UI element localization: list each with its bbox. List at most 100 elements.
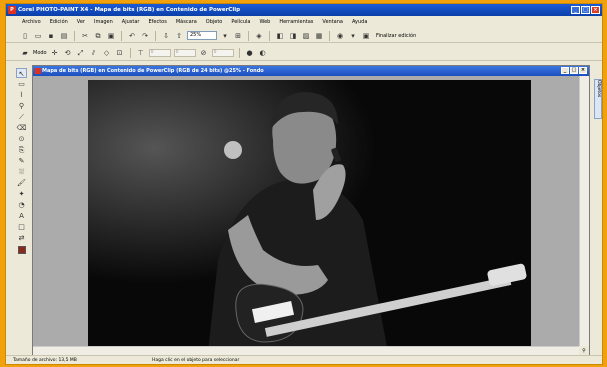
property-bar: ▰ Modo ✛ ⟲ ⤢ ⫽ ◇ ⊡ ⊤ 0 0 ⊘ 0 ● ◐ — [6, 45, 602, 61]
anchor-icon[interactable]: ⊤ — [136, 48, 146, 58]
docker-panel: Objetos — [593, 65, 602, 357]
fill-tool-icon[interactable]: ⛆ — [16, 167, 27, 177]
paste-icon[interactable]: ▣ — [106, 31, 116, 41]
eyedropper-tool-icon[interactable]: ⟋ — [16, 112, 27, 122]
clone-tool-icon[interactable]: ⎘ — [16, 145, 27, 155]
export-icon[interactable]: ⇧ — [174, 31, 184, 41]
status-file-size: Tamaño de archivo: 13,5 MB — [13, 358, 77, 363]
import-icon[interactable]: ⇩ — [161, 31, 171, 41]
undo-icon[interactable]: ↶ — [127, 31, 137, 41]
separator — [74, 30, 75, 41]
app-icon[interactable]: P — [8, 6, 16, 14]
title-bar: P Corel PHOTO-PAINT X4 - Mapa de bits (R… — [6, 4, 602, 16]
open-folder-icon[interactable]: ▭ — [33, 31, 43, 41]
preset-icon[interactable]: ▰ — [20, 48, 30, 58]
mask-tool-icon[interactable]: ▭ — [16, 79, 27, 89]
redo-icon[interactable]: ↷ — [140, 31, 150, 41]
effect-tool-icon[interactable]: ✦ — [16, 189, 27, 199]
menu-ajustar[interactable]: Ajustar — [122, 17, 140, 27]
doc-maximize-button[interactable]: □ — [570, 67, 578, 74]
menu-efectos[interactable]: Efectos — [148, 17, 166, 27]
swap-colors-icon[interactable]: ⇄ — [16, 233, 27, 243]
save-icon[interactable]: ▪ — [46, 31, 56, 41]
minimize-button[interactable]: _ — [571, 6, 580, 14]
position-mode-icon[interactable]: ✛ — [50, 48, 60, 58]
standard-toolbar: ▯ ▭ ▪ ▤ ✂ ⧉ ▣ ↶ ↷ ⇩ ⇧ 25% ▾ ⊞ ◈ ◧ ◨ ▨ ▦ … — [6, 29, 602, 43]
distort-mode-icon[interactable]: ◇ — [102, 48, 112, 58]
skew-mode-icon[interactable]: ⫽ — [89, 48, 99, 58]
text-tool-icon[interactable]: A — [16, 211, 27, 221]
apply-icon[interactable]: ● — [245, 48, 255, 58]
menu-ventana[interactable]: Ventana — [322, 17, 343, 27]
app-window: P Corel PHOTO-PAINT X4 - Mapa de bits (R… — [5, 3, 603, 365]
close-button[interactable]: × — [591, 6, 600, 14]
menu-ayuda[interactable]: Ayuda — [352, 17, 367, 27]
reset-icon[interactable]: ◐ — [258, 48, 268, 58]
vertical-scrollbar[interactable] — [579, 76, 589, 348]
scale-mode-icon[interactable]: ⤢ — [76, 48, 86, 58]
separator — [329, 30, 330, 41]
separator — [238, 47, 240, 58]
copy-icon[interactable]: ⧉ — [93, 31, 103, 41]
menu-pelicula[interactable]: Película — [231, 17, 250, 27]
maximize-button[interactable]: □ — [581, 6, 590, 14]
image-canvas[interactable] — [88, 80, 531, 352]
mask-overlay-icon[interactable]: ◨ — [288, 31, 298, 41]
print-icon[interactable]: ▤ — [59, 31, 69, 41]
redeye-tool-icon[interactable]: ⊙ — [16, 134, 27, 144]
pick-tool-icon[interactable]: ↖ — [16, 68, 27, 78]
lasso-tool-icon[interactable]: ⌇ — [16, 90, 27, 100]
mask-marquee-icon[interactable]: ▨ — [301, 31, 311, 41]
finish-edit-icon[interactable]: ▣ — [361, 31, 371, 41]
size-width-field[interactable]: 0 — [173, 48, 196, 57]
lock-ratio-icon[interactable]: ⊘ — [199, 48, 209, 58]
scale-field[interactable]: 0 — [211, 48, 234, 57]
separator — [155, 30, 156, 41]
doc-minimize-button[interactable]: _ — [561, 67, 569, 74]
menu-ver[interactable]: Ver — [77, 17, 85, 27]
separator — [269, 30, 270, 41]
zoom-select[interactable]: 25% — [187, 31, 217, 40]
transparency-tool-icon[interactable]: ◔ — [16, 200, 27, 210]
separator — [248, 30, 249, 41]
mask-normal-icon[interactable]: ◧ — [275, 31, 285, 41]
status-bar: Tamaño de archivo: 13,5 MB Haga clic en … — [6, 355, 602, 364]
menu-edicion[interactable]: Edición — [50, 17, 68, 27]
status-hint: Haga clic en el objeto para seleccionar — [152, 358, 240, 363]
menu-imagen[interactable]: Imagen — [94, 17, 113, 27]
touchup-tool-icon[interactable]: ✎ — [16, 156, 27, 166]
document-title-bar: Mapa de bits (RGB) en Contenido de Power… — [33, 66, 589, 76]
launcher-icon[interactable]: ◈ — [254, 31, 264, 41]
docker-tab-objetos[interactable]: Objetos — [594, 79, 602, 119]
eraser-tool-icon[interactable]: ⌫ — [16, 123, 27, 133]
menu-archivo[interactable]: Archivo — [22, 17, 41, 27]
palette-icon[interactable]: ◉ — [335, 31, 345, 41]
document-window: Mapa de bits (RGB) en Contenido de Power… — [32, 65, 590, 357]
perspective-mode-icon[interactable]: ⊡ — [115, 48, 125, 58]
menu-objeto[interactable]: Objeto — [206, 17, 223, 27]
separator — [121, 30, 122, 41]
window-title: Corel PHOTO-PAINT X4 - Mapa de bits (RGB… — [18, 7, 241, 13]
rectangle-tool-icon[interactable]: □ — [16, 222, 27, 232]
rotate-mode-icon[interactable]: ⟲ — [63, 48, 73, 58]
foreground-color-swatch[interactable] — [17, 246, 26, 254]
doc-close-button[interactable]: × — [579, 67, 587, 74]
concert-photo — [88, 80, 531, 352]
menu-herramientas[interactable]: Herramientas — [279, 17, 313, 27]
document-icon — [35, 68, 41, 74]
menu-web[interactable]: Web — [259, 17, 270, 27]
mode-label: Modo — [33, 49, 47, 56]
position-x-field[interactable]: 0 — [148, 48, 171, 57]
object-marquee-icon[interactable]: ▦ — [314, 31, 324, 41]
cut-icon[interactable]: ✂ — [80, 31, 90, 41]
zoom-tool-icon[interactable]: ⚲ — [16, 101, 27, 111]
finish-edit-button[interactable]: Finalizar edición — [376, 33, 416, 39]
chevron-down-icon[interactable]: ▾ — [220, 31, 230, 41]
chevron-down-icon[interactable]: ▾ — [348, 31, 358, 41]
zoom-fit-icon[interactable]: ⊞ — [233, 31, 243, 41]
document-title: Mapa de bits (RGB) en Contenido de Power… — [42, 68, 264, 74]
menu-mascara[interactable]: Máscara — [176, 17, 197, 27]
toolbox: ↖ ▭ ⌇ ⚲ ⟋ ⌫ ⊙ ⎘ ✎ ⛆ 🖌 ✦ ◔ A □ ⇄ — [15, 68, 28, 258]
brush-tool-icon[interactable]: 🖌 — [16, 178, 27, 188]
new-file-icon[interactable]: ▯ — [20, 31, 30, 41]
